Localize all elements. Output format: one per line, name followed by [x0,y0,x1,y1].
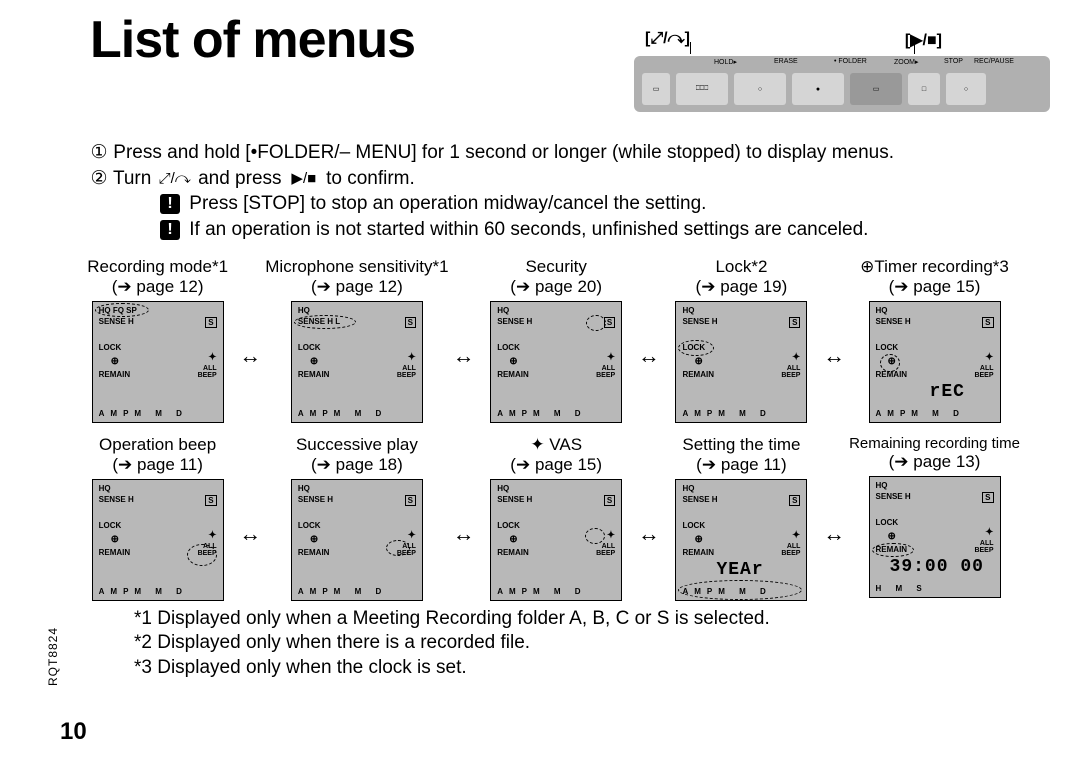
footnotes-block: *1 Displayed only when a Meeting Recordi… [134,607,1020,681]
device-zoom-button: ▭ [850,73,902,105]
lcd-screen: HQSENSE H LSLOCK⊕✦REMAINALLBEEPAMPM M D [291,301,423,423]
menu-item: Securitypage 20 HQSENSE HSLOCK⊕✦REMAINALL… [479,257,634,423]
menu-item: Recording mode*1page 12 HQ FQ SPSENSE HSL… [80,257,235,423]
menu-item-title: Operation beep [80,435,235,455]
lcd-screen: HQSENSE HSLOCK⊕✦REMAINALLBEEPAMPM M D [675,301,807,423]
menu-item-title: Setting the time [664,435,819,455]
menu-item: ✦ VASpage 15 HQSENSE HSLOCK⊕✦REMAINALLBEE… [479,435,634,601]
step-2-num: ② [90,166,108,192]
menu-item: Remaining recording timepage 13 HQSENSE H… [849,435,1020,601]
menu-item-title: ⊕Timer recording*3 [849,257,1020,277]
menu-item-title: Remaining recording time [849,435,1020,452]
double-arrow-icon [635,343,663,369]
menu-item-page: page 13 [849,452,1020,472]
device-label-erase: ERASE [774,58,798,65]
menu-item-title: Security [479,257,634,277]
play-stop-key-icon: ▶/■ [287,169,321,189]
step-2-text-b: and press [198,168,281,189]
device-label-hold: HOLD▸ [714,58,737,66]
menu-item-page: page 12 [265,277,448,297]
control-arrow-line [690,42,915,54]
menu-item-page: page 19 [664,277,819,297]
lcd-screen: HQSENSE HSLOCK⊕✦REMAINALLBEEPAMPM M DYEA… [675,479,807,601]
device-label-folder: • FOLDER [834,58,867,65]
device-recpause-button: ○ [946,73,986,105]
double-arrow-icon [635,521,663,547]
device-stop-button: □ [908,73,940,105]
note-2-text: If an operation is not started within 60… [189,219,868,240]
menu-item-page: page 18 [265,455,448,475]
menu-item: Microphone sensitivity*1page 12 HQSENSE H… [265,257,448,423]
menu-item: Successive playpage 18 HQSENSE HSLOCK⊕✦RE… [265,435,448,601]
menu-item: Lock*2page 19 HQSENSE HSLOCK⊕✦REMAINALLBE… [664,257,819,423]
lcd-screen: HQSENSE HSLOCK⊕✦REMAINALLBEEPAMPM M D [92,479,224,601]
menu-item-page: page 15 [479,455,634,475]
lcd-screen: HQSENSE HSLOCK⊕✦REMAINALLBEEPAMPM M D [291,479,423,601]
double-arrow-icon [236,521,264,547]
double-arrow-icon [450,343,478,369]
step-1-num: ① [90,140,108,166]
instructions-block: ① Press and hold [•FOLDER/– MENU] for 1 … [90,140,1020,243]
double-arrow-icon [450,521,478,547]
page-number: 10 [60,718,87,746]
menu-item-page: page 20 [479,277,634,297]
footnote-1: *1 Displayed only when a Meeting Recordi… [134,607,1020,632]
menu-item-page: page 12 [80,277,235,297]
double-arrow-icon [820,521,848,547]
lcd-screen: HQSENSE HSLOCK⊕✦REMAINALLBEEPAMPM M D [490,479,622,601]
device-hold-switch: ▭ [642,73,670,105]
menu-item-title: Lock*2 [664,257,819,277]
device-label-recpause: REC/PAUSE [974,58,1014,65]
device-label-stop: STOP [944,58,963,65]
note-1-text: Press [STOP] to stop an operation midway… [189,193,706,214]
device-label-zoom: ZOOM▸ [894,58,919,66]
menu-grid: Recording mode*1page 12HQ FQ SPSENSE HSL… [80,257,1020,601]
device-button-strip: HOLD▸ ERASE • FOLDER ZOOM▸ STOP REC/PAUS… [634,56,1050,112]
control-label-left: [⤢/↷] [645,30,690,48]
doc-code: RQT8824 [46,627,60,686]
warning-icon: ! [160,220,180,240]
double-arrow-icon [236,343,264,369]
warning-icon: ! [160,194,180,214]
device-erase-button: ○ [734,73,786,105]
step-2-text-a: Turn [113,168,151,189]
rocker-key-icon: ⤢/↷ [157,169,193,189]
lcd-screen: HQSENSE HSLOCK⊕✦REMAINALLBEEPAMPM M D [490,301,622,423]
menu-item-title: Successive play [265,435,448,455]
menu-item: ⊕Timer recording*3page 15 HQSENSE HSLOCK⊕… [849,257,1020,423]
menu-item-title: ✦ VAS [479,435,634,455]
menu-item-page: page 11 [80,455,235,475]
footnote-2: *2 Displayed only when there is a record… [134,631,1020,656]
lcd-screen: HQ FQ SPSENSE HSLOCK⊕✦REMAINALLBEEPAMPM … [92,301,224,423]
menu-item-title: Microphone sensitivity*1 [265,257,448,277]
double-arrow-icon [820,343,848,369]
lcd-screen: HQSENSE HSLOCK⊕✦REMAINALLBEEPAMPM M DrEC [869,301,1001,423]
device-rocker: ⎕⎕⎕ [676,73,728,105]
menu-item-page: page 11 [664,455,819,475]
menu-item: Setting the timepage 11 HQSENSE HSLOCK⊕✦R… [664,435,819,601]
lcd-screen: HQSENSE HSLOCK⊕✦REMAINALLBEEPH M S39:00 … [869,476,1001,598]
step-1-text: Press and hold [•FOLDER/– MENU] for 1 se… [113,142,894,163]
footnote-3: *3 Displayed only when the clock is set. [134,656,1020,681]
step-2-text-c: to confirm. [326,168,415,189]
menu-item: Operation beeppage 11 HQSENSE HSLOCK⊕✦REM… [80,435,235,601]
menu-item-page: page 15 [849,277,1020,297]
device-folder-button: ● [792,73,844,105]
menu-item-title: Recording mode*1 [80,257,235,277]
